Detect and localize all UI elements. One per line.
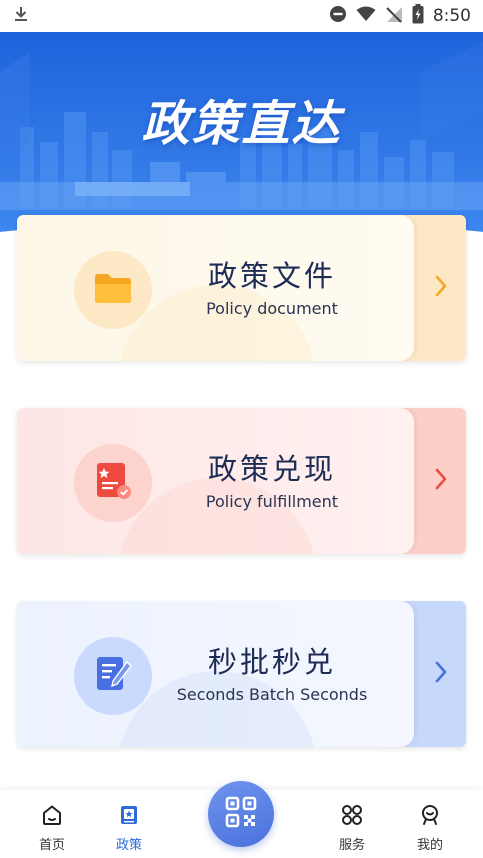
tab-policy[interactable]: 政策 — [99, 804, 159, 853]
edit-note-icon — [93, 654, 133, 698]
policy-document-card[interactable]: 政策文件 Policy document — [17, 215, 466, 361]
card-subtitle: Policy document — [206, 299, 338, 318]
chevron-right-icon — [434, 660, 448, 688]
tab-service[interactable]: 服务 — [322, 804, 382, 853]
instant-approval-card[interactable]: 秒批秒兑 Seconds Batch Seconds — [17, 601, 466, 747]
status-bar: 8:50 — [0, 0, 483, 32]
grid-icon — [341, 804, 363, 830]
tab-mine[interactable]: 我的 — [400, 804, 460, 853]
status-time: 8:50 — [432, 6, 471, 26]
profile-icon — [419, 804, 441, 830]
card-title: 政策兑现 — [207, 452, 336, 486]
document-check-icon — [94, 461, 132, 505]
qr-scan-icon — [225, 796, 257, 832]
card-title: 秒批秒兑 — [207, 645, 336, 679]
tab-label: 政策 — [115, 838, 142, 853]
wifi-icon — [356, 6, 376, 26]
card-icon-circle — [74, 444, 152, 522]
tab-label: 服务 — [338, 838, 365, 853]
banner-title: 政策直达 — [141, 96, 342, 152]
qr-scan-button[interactable] — [208, 781, 274, 847]
battery-charging-icon — [412, 4, 424, 28]
policy-fulfillment-card[interactable]: 政策兑现 Policy fulfillment — [17, 408, 466, 554]
card-subtitle: Policy fulfillment — [205, 492, 339, 511]
tab-label: 我的 — [416, 838, 443, 853]
card-icon-circle — [74, 251, 152, 329]
no-signal-icon — [385, 5, 403, 27]
folder-icon — [93, 271, 133, 309]
chevron-right-icon — [434, 274, 448, 302]
download-icon — [12, 5, 30, 27]
card-icon-circle — [74, 637, 152, 715]
card-subtitle: Seconds Batch Seconds — [176, 685, 368, 704]
dnd-icon — [329, 5, 347, 27]
card-title: 政策文件 — [207, 259, 336, 293]
tab-label: 首页 — [38, 838, 65, 853]
tab-home[interactable]: 首页 — [22, 804, 82, 853]
policy-book-icon — [118, 804, 140, 830]
home-icon — [41, 804, 63, 830]
chevron-right-icon — [434, 467, 448, 495]
